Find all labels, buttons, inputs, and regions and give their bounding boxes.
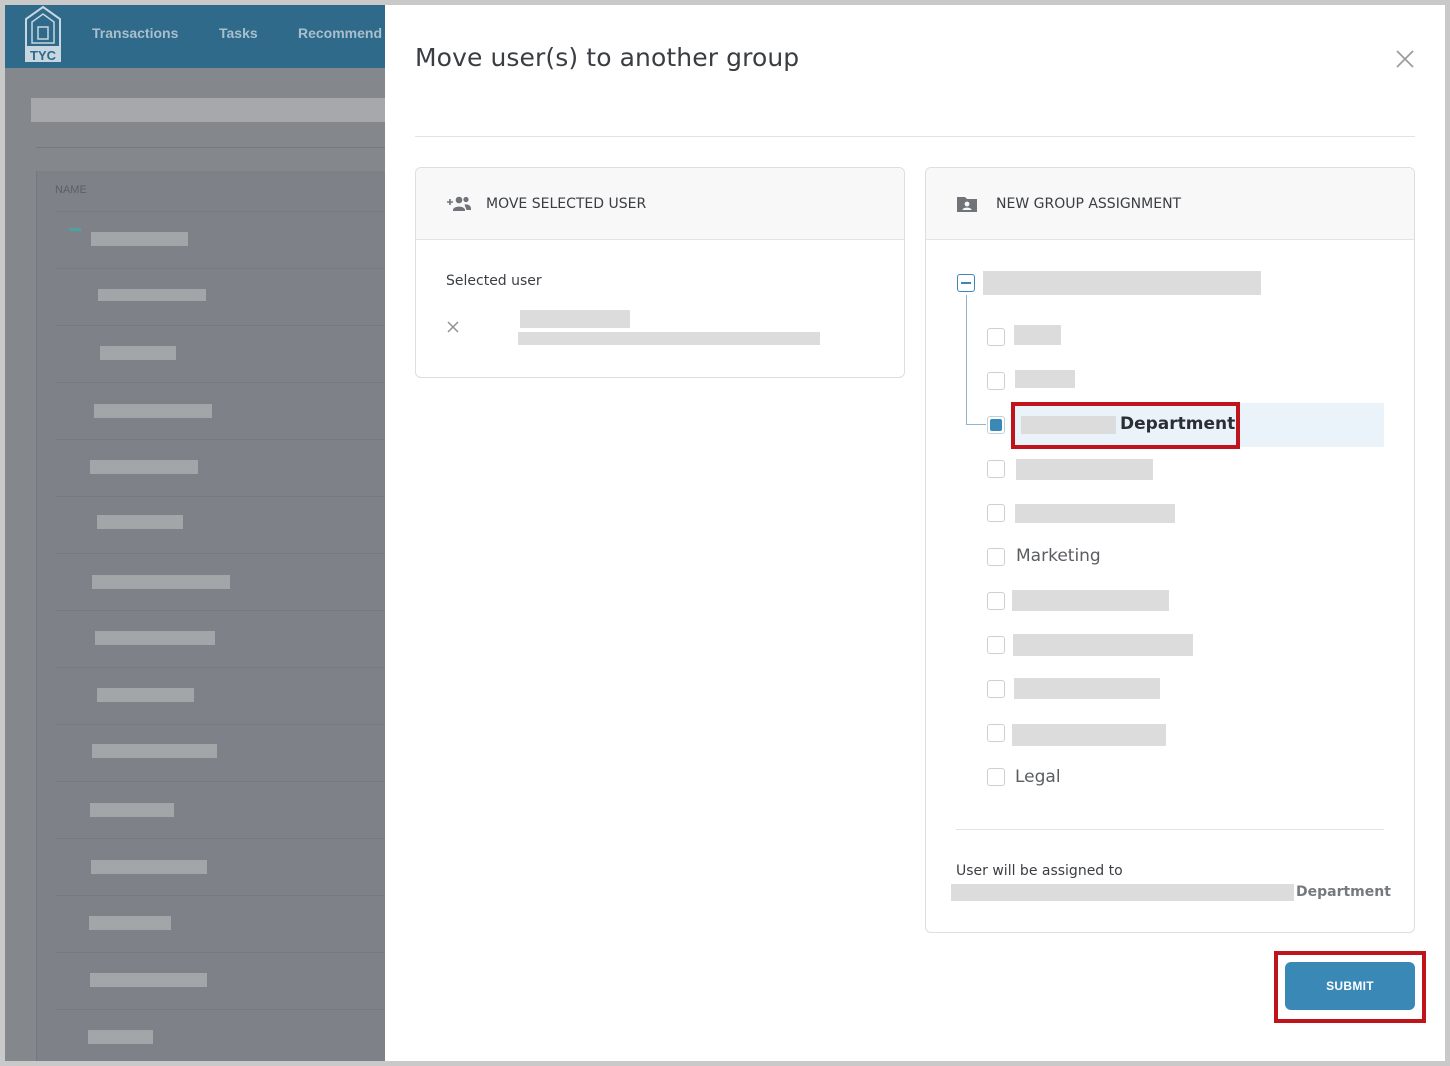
close-icon[interactable] <box>1393 47 1417 71</box>
table-row[interactable] <box>55 667 395 724</box>
tyc-logo[interactable]: TYC <box>24 5 62 63</box>
department-checkbox[interactable] <box>987 416 1005 434</box>
group-label-marketing: Marketing <box>1016 546 1101 566</box>
table-row[interactable] <box>55 268 395 325</box>
nav-recommendations[interactable]: Recommend <box>298 25 382 41</box>
group-label-legal: Legal <box>1015 767 1061 787</box>
table-row[interactable] <box>55 838 395 895</box>
table-row[interactable] <box>55 1009 395 1061</box>
group-checkbox[interactable] <box>987 328 1005 346</box>
tree-connector <box>966 424 986 425</box>
group-name-redacted <box>1013 634 1193 656</box>
group-name-redacted <box>1015 504 1175 523</box>
table-row[interactable] <box>55 496 395 553</box>
group-checkbox[interactable] <box>987 372 1005 390</box>
page-title-redacted <box>31 98 391 122</box>
add-group-icon <box>447 196 471 211</box>
user-table: NAME <box>36 171 396 1061</box>
screenshot-frame: TYC Transactions Tasks Recommend NAME Mo… <box>0 0 1450 1066</box>
group-name-redacted <box>1015 370 1075 388</box>
divider <box>956 829 1384 830</box>
assignment-value: Department <box>1296 884 1391 900</box>
group-checkbox[interactable] <box>987 680 1005 698</box>
dialog-title: Move user(s) to another group <box>415 43 800 72</box>
group-checkbox[interactable] <box>987 724 1005 742</box>
group-name-redacted <box>1014 678 1160 699</box>
annotation-highlight-box <box>1011 402 1240 449</box>
column-header-name[interactable]: NAME <box>55 184 87 196</box>
root-group-name-redacted <box>983 271 1261 295</box>
table-row[interactable] <box>55 895 395 952</box>
group-checkbox[interactable] <box>987 460 1005 478</box>
assignment-label: User will be assigned to <box>956 863 1123 879</box>
annotation-highlight-box <box>1274 951 1426 1023</box>
new-group-assignment-panel: NEW GROUP ASSIGNMENT Department Marketin… <box>925 167 1415 933</box>
table-row[interactable] <box>55 382 395 439</box>
move-selected-user-panel: MOVE SELECTED USER Selected user <box>415 167 905 378</box>
remove-user-icon[interactable] <box>446 320 460 334</box>
group-name-redacted <box>1014 325 1061 345</box>
legal-checkbox[interactable] <box>987 768 1005 786</box>
group-checkbox[interactable] <box>987 636 1005 654</box>
table-row[interactable] <box>55 439 395 496</box>
svg-text:TYC: TYC <box>30 48 57 63</box>
table-row[interactable] <box>55 781 395 838</box>
group-checkbox[interactable] <box>987 592 1005 610</box>
panel-title: NEW GROUP ASSIGNMENT <box>996 196 1182 212</box>
table-row[interactable] <box>55 553 395 610</box>
panel-header: NEW GROUP ASSIGNMENT <box>926 168 1414 240</box>
folder-user-icon <box>957 197 977 212</box>
group-name-redacted <box>1012 724 1166 746</box>
panel-header: MOVE SELECTED USER <box>416 168 904 240</box>
panel-title: MOVE SELECTED USER <box>486 196 647 212</box>
table-row[interactable] <box>55 211 395 268</box>
selected-user-name-redacted <box>520 310 630 328</box>
table-row[interactable] <box>55 952 395 1009</box>
assignment-path-redacted <box>951 884 1294 901</box>
divider <box>36 147 396 148</box>
dialog-divider <box>415 136 1415 137</box>
root-group-checkbox[interactable] <box>957 274 975 292</box>
selected-user-email-redacted <box>518 332 820 345</box>
marketing-checkbox[interactable] <box>987 548 1005 566</box>
tree-connector <box>966 295 967 425</box>
nav-transactions[interactable]: Transactions <box>92 25 178 41</box>
selected-user-label: Selected user <box>446 273 542 289</box>
group-name-redacted <box>1012 590 1169 611</box>
nav-tasks[interactable]: Tasks <box>219 25 258 41</box>
table-row[interactable] <box>55 325 395 382</box>
group-name-redacted <box>1016 459 1153 480</box>
group-checkbox[interactable] <box>987 504 1005 522</box>
move-users-dialog: Move user(s) to another group MOVE SELEC… <box>385 5 1445 1061</box>
table-row[interactable] <box>55 724 395 781</box>
table-row[interactable] <box>55 610 395 667</box>
